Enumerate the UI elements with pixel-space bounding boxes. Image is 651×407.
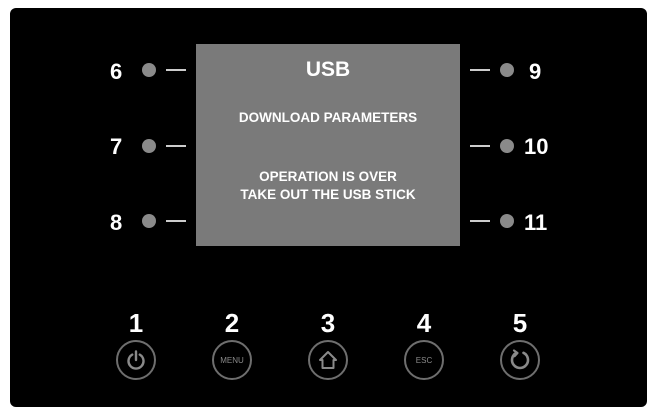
key-7-button[interactable] — [142, 139, 156, 153]
key-6-button[interactable] — [142, 63, 156, 77]
button-3-number: 3 — [320, 308, 336, 338]
display-screen: USB DOWNLOAD PARAMETERS OPERATION IS OVE… — [196, 44, 460, 246]
screen-message-download: DOWNLOAD PARAMETERS — [238, 110, 418, 125]
screen-message-status: OPERATION IS OVER TAKE OUT THE USB STICK — [196, 168, 460, 204]
esc-button[interactable]: ESC — [404, 340, 444, 380]
refresh-button[interactable] — [500, 340, 540, 380]
key-6-connector — [166, 69, 186, 71]
key-11-connector — [470, 220, 490, 222]
key-11-button[interactable] — [500, 214, 514, 228]
key-9-button[interactable] — [500, 63, 514, 77]
key-7-connector — [166, 145, 186, 147]
home-button[interactable] — [308, 340, 348, 380]
key-10-connector — [470, 145, 490, 147]
key-11-label: 11 — [524, 210, 548, 235]
button-2-number: 2 — [224, 308, 240, 338]
screen-message-line-2: TAKE OUT THE USB STICK — [240, 187, 416, 202]
button-1-number: 1 — [128, 308, 144, 338]
button-5-number: 5 — [512, 308, 528, 338]
key-8-connector — [166, 220, 186, 222]
key-7-label: 7 — [110, 134, 123, 159]
power-button[interactable] — [116, 340, 156, 380]
key-6-label: 6 — [110, 59, 123, 84]
home-icon — [319, 351, 337, 369]
screen-title: USB — [305, 58, 351, 81]
key-8-button[interactable] — [142, 214, 156, 228]
key-8-label: 8 — [110, 210, 123, 235]
key-10-button[interactable] — [500, 139, 514, 153]
key-10-label: 10 — [524, 134, 549, 159]
refresh-icon — [510, 349, 530, 370]
button-4-number: 4 — [416, 308, 432, 338]
esc-button-label: ESC — [415, 355, 433, 365]
key-9-connector — [470, 69, 490, 71]
menu-button-label: MENU — [220, 355, 244, 365]
menu-button[interactable]: MENU — [212, 340, 252, 380]
power-icon — [127, 350, 145, 370]
screen-message-line-1: OPERATION IS OVER — [259, 169, 397, 184]
key-9-label: 9 — [529, 59, 542, 84]
